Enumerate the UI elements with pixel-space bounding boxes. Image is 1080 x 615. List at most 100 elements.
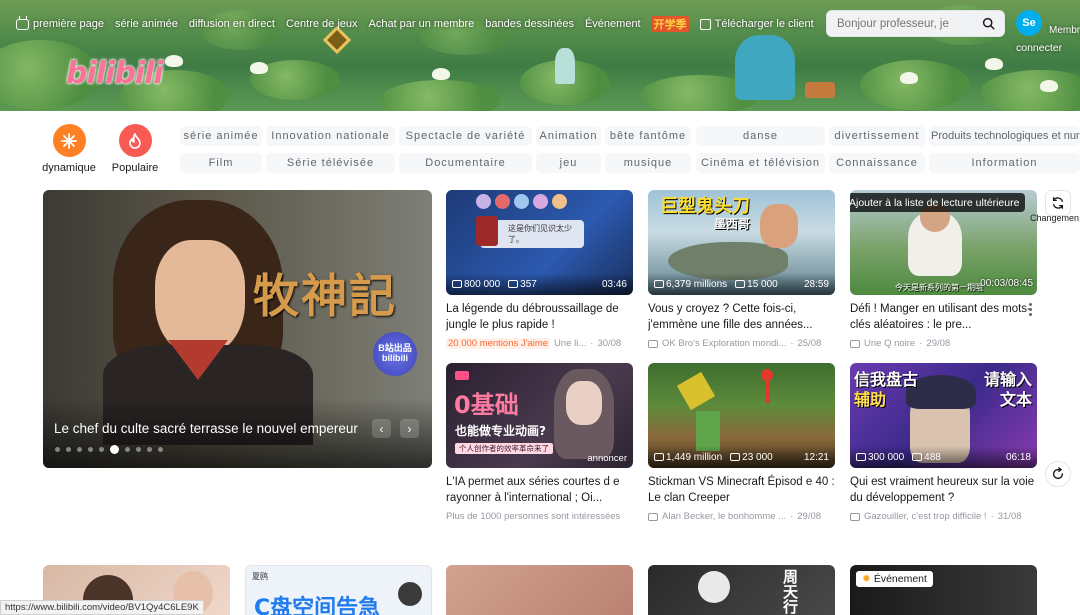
search-icon[interactable]: [982, 17, 995, 30]
nav-games[interactable]: Centre de jeux: [286, 18, 358, 30]
video-thumbnail[interactable]: ✹ Événement: [850, 565, 1037, 615]
video-card[interactable]: 巨型鬼头刀 墨西哥 6,379 millions 15 000 28:59 Vo…: [648, 190, 835, 349]
watch-later-tooltip[interactable]: Ajouter à la liste de lecture ultérieure: [850, 193, 1026, 212]
hot-campaign-label: 开学季: [651, 16, 689, 32]
thumbnail-subcaption: 墨西哥: [714, 217, 751, 231]
video-duration: 28:59: [803, 278, 829, 290]
nav-live[interactable]: diffusion en direct: [189, 18, 275, 30]
nav-comics[interactable]: bandes dessinées: [485, 18, 574, 30]
carousel-dot[interactable]: [99, 447, 104, 452]
channel-chip[interactable]: Connaissance: [829, 153, 925, 173]
video-thumbnail[interactable]: 这是你们见识太少了。 800 000 357 03:46: [446, 190, 633, 295]
nav-anime[interactable]: série animée: [115, 18, 178, 30]
channel-chip[interactable]: Film: [180, 153, 262, 173]
uploader-name[interactable]: Gazouiller, c'est trop difficile !: [864, 511, 987, 522]
channel-chip[interactable]: bête fantôme: [605, 126, 691, 146]
channel-chip[interactable]: série animée: [180, 126, 262, 146]
more-options-icon[interactable]: [1029, 303, 1033, 318]
video-card[interactable]: 1,449 million 23 000 12:21 Stickman VS M…: [648, 363, 835, 522]
tv-icon: [16, 18, 29, 30]
carousel-dot[interactable]: [88, 447, 93, 452]
video-card[interactable]: Ajouter à la liste de lecture ultérieure…: [850, 190, 1037, 349]
danmaku-icon: [912, 452, 923, 461]
video-card[interactable]: 信我盘古 辅助 请输入 文本 300 000 488 06:18 Qui est…: [850, 363, 1037, 522]
hero-title-art: 牧神記: [253, 269, 397, 323]
nav-member-shop-label: Achat par un membre: [368, 18, 475, 30]
search-input[interactable]: [827, 17, 967, 30]
nav-home[interactable]: première page: [16, 18, 104, 30]
refresh-label[interactable]: Changemen: [1030, 213, 1079, 223]
video-title[interactable]: Défi ! Manger en utilisant des mots-clés…: [850, 301, 1037, 333]
carousel-dot[interactable]: [136, 447, 141, 452]
carousel-next-button[interactable]: ›: [400, 419, 419, 438]
video-card[interactable]: 这是你们见识太少了。 800 000 357 03:46 La légende …: [446, 190, 633, 349]
video-duration: 03:46: [601, 278, 627, 290]
video-title[interactable]: Stickman VS Minecraft Épisod e 40 : Le c…: [648, 474, 835, 506]
refresh-icon: [1052, 467, 1064, 480]
channel-chip[interactable]: Spectacle de variété: [399, 126, 532, 146]
upload-date: 30/08: [597, 338, 622, 349]
uploader-icon: [648, 339, 658, 348]
channel-chip[interactable]: Animation: [536, 126, 601, 146]
nav-hot-campaign[interactable]: 开学季: [651, 16, 689, 32]
uploader-name[interactable]: Une Q noire: [864, 338, 915, 349]
video-thumbnail[interactable]: Ajouter à la liste de lecture ultérieure…: [850, 190, 1037, 295]
video-title[interactable]: Qui est vraiment heureux sur la voie du …: [850, 474, 1037, 506]
carousel-dot[interactable]: [55, 447, 60, 452]
carousel-dot[interactable]: [125, 447, 130, 452]
carousel-dot[interactable]: [77, 447, 82, 452]
video-thumbnail[interactable]: 周天行: [648, 565, 835, 615]
carousel-prev-button[interactable]: ‹: [372, 419, 391, 438]
refresh-float-button[interactable]: [1045, 461, 1071, 487]
uploader-icon: [850, 339, 860, 348]
ad-meta: Plus de 1000 personnes sont intéressées: [446, 511, 633, 522]
carousel-dot[interactable]: [66, 447, 71, 452]
channel-chip[interactable]: Produits technologiques et nur: [929, 126, 1080, 146]
channel-chip[interactable]: Innovation nationale: [266, 126, 395, 146]
carousel-dot[interactable]: [110, 445, 119, 454]
quick-popular[interactable]: Populaire: [105, 124, 165, 174]
channel-chip[interactable]: jeu: [536, 153, 601, 173]
video-thumbnail[interactable]: 1,449 million 23 000 12:21: [648, 363, 835, 468]
nav-events[interactable]: Événement: [585, 18, 641, 30]
video-thumbnail[interactable]: 信我盘古 辅助 请输入 文本 300 000 488 06:18: [850, 363, 1037, 468]
channel-chip[interactable]: Documentaire: [399, 153, 532, 173]
channel-chip[interactable]: Information: [929, 153, 1080, 173]
bilibili-logo[interactable]: bilibili: [66, 56, 164, 91]
quick-dynamic[interactable]: dynamique: [39, 124, 99, 174]
video-title[interactable]: Vous y croyez ? Cette fois-ci, j'emmène …: [648, 301, 835, 333]
video-meta: Alan Becker, le bonhomme ... · 29/08: [648, 511, 835, 522]
uploader-name[interactable]: Alan Becker, le bonhomme ...: [662, 511, 786, 522]
video-thumbnail[interactable]: 巨型鬼头刀 墨西哥 6,379 millions 15 000 28:59: [648, 190, 835, 295]
channel-chip[interactable]: divertissement: [829, 126, 925, 146]
carousel-dot[interactable]: [158, 447, 163, 452]
watch-later-label: Ajouter à la liste de lecture ultérieure: [850, 196, 1020, 209]
comment-count: 357: [520, 278, 537, 290]
hero-carousel[interactable]: 牧神記 B站出品 bilibili Le chef du culte sacré…: [43, 190, 432, 468]
view-count: 800 000: [464, 278, 501, 290]
channel-chip[interactable]: musique: [605, 153, 691, 173]
ad-card[interactable]: 0基础 也能做专业动画? 个人创作者的效率革命来了 annoncer L'IA …: [446, 363, 633, 522]
channel-chip[interactable]: Série télévisée: [266, 153, 395, 173]
hero-caption[interactable]: Le chef du culte sacré terrasse le nouve…: [54, 421, 374, 436]
channel-chip[interactable]: Cinéma et télévision: [696, 153, 825, 173]
video-stats: 300 000 488 06:18: [850, 446, 1037, 468]
hero-badge: B站出品 bilibili: [373, 332, 417, 376]
video-thumbnail[interactable]: [446, 565, 633, 615]
uploader-name[interactable]: OK Bro's Exploration mondi...: [662, 338, 786, 349]
video-thumbnail[interactable]: 夏鸥 C盘空间告急: [245, 565, 432, 615]
nav-live-label: diffusion en direct: [188, 18, 275, 30]
ad-interest: Plus de 1000 personnes sont intéressées: [446, 511, 621, 522]
login-link[interactable]: connecter: [1016, 42, 1062, 54]
carousel-dot[interactable]: [147, 447, 152, 452]
ad-title[interactable]: L'IA permet aux séries courtes d e rayon…: [446, 474, 633, 506]
uploader-name[interactable]: Une li...: [554, 338, 586, 349]
member-link[interactable]: Membr: [1049, 25, 1080, 36]
channel-chip[interactable]: danse: [696, 126, 825, 146]
ad-thumbnail[interactable]: 0基础 也能做专业动画? 个人创作者的效率革命来了 annoncer: [446, 363, 633, 468]
danmaku-icon: [508, 279, 519, 288]
nav-download-client[interactable]: Télécharger le client: [699, 18, 814, 30]
avatar[interactable]: Se: [1016, 10, 1042, 36]
nav-member-shop[interactable]: Achat par un membre: [369, 18, 475, 30]
video-title[interactable]: La légende du débroussaillage de jungle …: [446, 301, 633, 333]
